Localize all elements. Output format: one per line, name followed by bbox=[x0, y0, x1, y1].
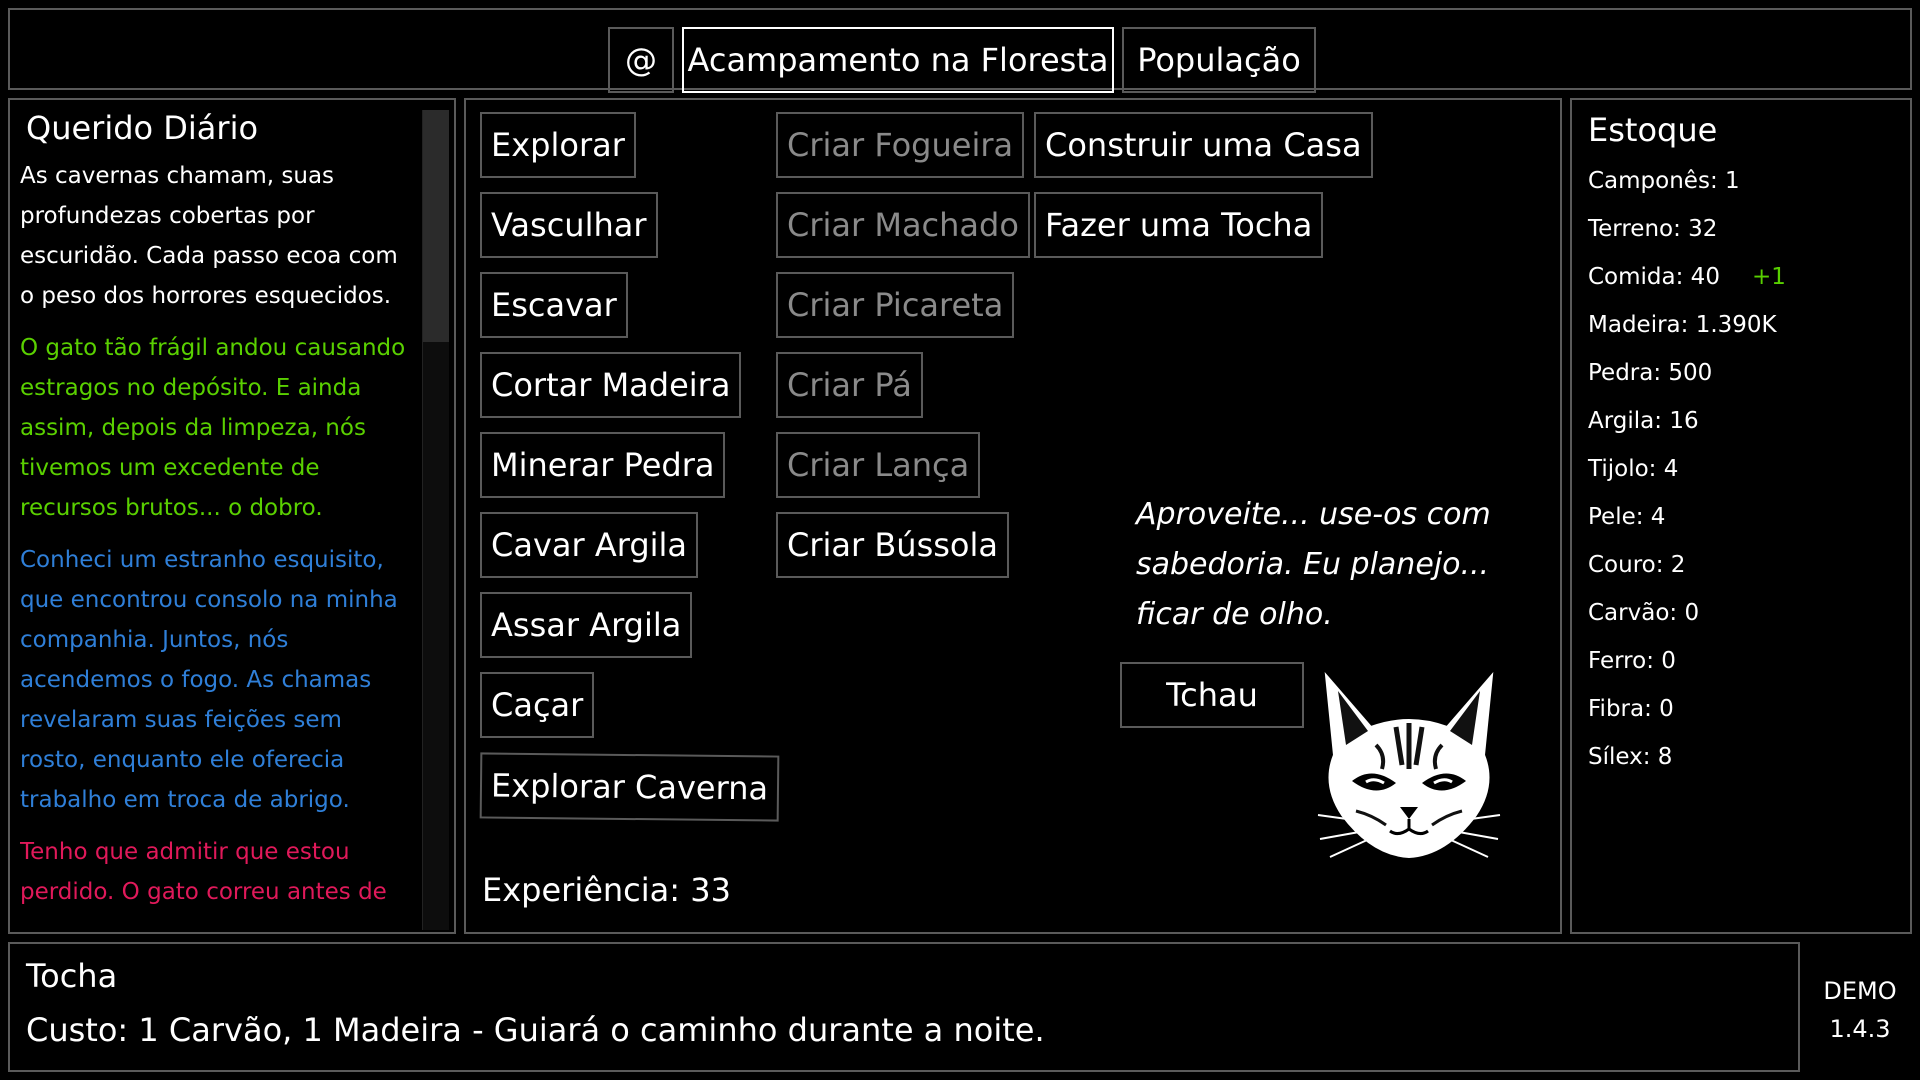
stock-item: Pele: 4 bbox=[1588, 504, 1666, 530]
tooltip-description: Custo: 1 Carvão, 1 Madeira - Guiará o ca… bbox=[26, 1011, 1045, 1049]
stock-item: Madeira: 1.390K bbox=[1588, 312, 1777, 338]
tooltip-title: Tocha bbox=[26, 957, 118, 995]
craft-axe-button[interactable]: Criar Machado bbox=[776, 192, 1030, 258]
journal-scrollbar[interactable] bbox=[422, 110, 449, 930]
search-button[interactable]: Vasculhar bbox=[480, 192, 658, 258]
craft-campfire-button[interactable]: Criar Fogueira bbox=[776, 112, 1025, 178]
explore-button[interactable]: Explorar bbox=[480, 112, 636, 178]
cat-face-icon bbox=[1316, 665, 1502, 869]
cut-wood-button[interactable]: Cortar Madeira bbox=[480, 352, 742, 418]
tab-population[interactable]: População bbox=[1122, 27, 1316, 93]
stock-item: Pedra: 500 bbox=[1588, 360, 1713, 386]
craft-pickaxe-button[interactable]: Criar Picareta bbox=[776, 272, 1015, 338]
dig-clay-button[interactable]: Cavar Argila bbox=[480, 512, 699, 578]
stock-item: Terreno: 32 bbox=[1588, 216, 1718, 242]
build-house-button[interactable]: Construir uma Casa bbox=[1034, 112, 1373, 178]
mine-stone-button[interactable]: Minerar Pedra bbox=[480, 432, 726, 498]
food-delta: +1 bbox=[1752, 264, 1786, 290]
stock-item: Ferro: 0 bbox=[1588, 648, 1676, 674]
tooltip-panel: Tocha Custo: 1 Carvão, 1 Madeira - Guiar… bbox=[8, 942, 1800, 1072]
stock-item: Argila: 16 bbox=[1588, 408, 1699, 434]
stock-panel: Estoque Camponês: 1 Terreno: 32 Comida: … bbox=[1570, 98, 1912, 934]
journal-title: Querido Diário bbox=[26, 109, 259, 147]
journal-entry: As cavernas chamam, suas profundezas cob… bbox=[20, 163, 398, 309]
journal-entry: Conheci um estranho esquisito, que encon… bbox=[20, 547, 398, 813]
stock-item: Couro: 2 bbox=[1588, 552, 1686, 578]
craft-compass-button[interactable]: Criar Bússola bbox=[776, 512, 1009, 578]
craft-spear-button[interactable]: Criar Lança bbox=[776, 432, 981, 498]
make-torch-button[interactable]: Fazer uma Tocha bbox=[1034, 192, 1324, 258]
stock-item: Fibra: 0 bbox=[1588, 696, 1674, 722]
stock-item: Tijolo: 4 bbox=[1588, 456, 1679, 482]
top-bar: @ Acampamento na Floresta População bbox=[8, 8, 1912, 93]
journal-entry: Tenho que admitir que estou perdido. O g… bbox=[20, 839, 387, 905]
stock-item: Comida: 40 bbox=[1588, 264, 1720, 290]
stock-item: Carvão: 0 bbox=[1588, 600, 1700, 626]
journal-entries: As cavernas chamam, suas profundezas cob… bbox=[20, 156, 410, 932]
craft-shovel-button[interactable]: Criar Pá bbox=[776, 352, 923, 418]
goodbye-button[interactable]: Tchau bbox=[1120, 662, 1304, 728]
journal-panel: Querido Diário As cavernas chamam, suas … bbox=[8, 98, 456, 934]
explore-cave-button[interactable]: Explorar Caverna bbox=[479, 752, 780, 822]
demo-label: DEMO bbox=[1823, 977, 1897, 1005]
stock-title: Estoque bbox=[1588, 111, 1718, 149]
scrollbar-thumb[interactable] bbox=[423, 110, 449, 342]
stock-item: Sílex: 8 bbox=[1588, 744, 1673, 770]
version-number: 1.4.3 bbox=[1829, 1015, 1891, 1043]
hunt-button[interactable]: Caçar bbox=[480, 672, 595, 738]
dig-button[interactable]: Escavar bbox=[480, 272, 628, 338]
tab-profile[interactable]: @ bbox=[608, 27, 674, 93]
stock-item: Camponês: 1 bbox=[1588, 168, 1740, 194]
experience-label: Experiência: 33 bbox=[482, 871, 731, 909]
cat-dialogue-text: Aproveite... use-os com sabedoria. Eu pl… bbox=[1136, 497, 1491, 632]
journal-entry: O gato tão frágil andou causando estrago… bbox=[20, 335, 406, 521]
tab-forest-camp[interactable]: Acampamento na Floresta bbox=[682, 27, 1114, 93]
version-info: DEMO 1.4.3 bbox=[1808, 972, 1912, 1048]
actions-panel: Explorar Vasculhar Escavar Cortar Madeir… bbox=[464, 98, 1562, 934]
bake-clay-button[interactable]: Assar Argila bbox=[480, 592, 693, 658]
